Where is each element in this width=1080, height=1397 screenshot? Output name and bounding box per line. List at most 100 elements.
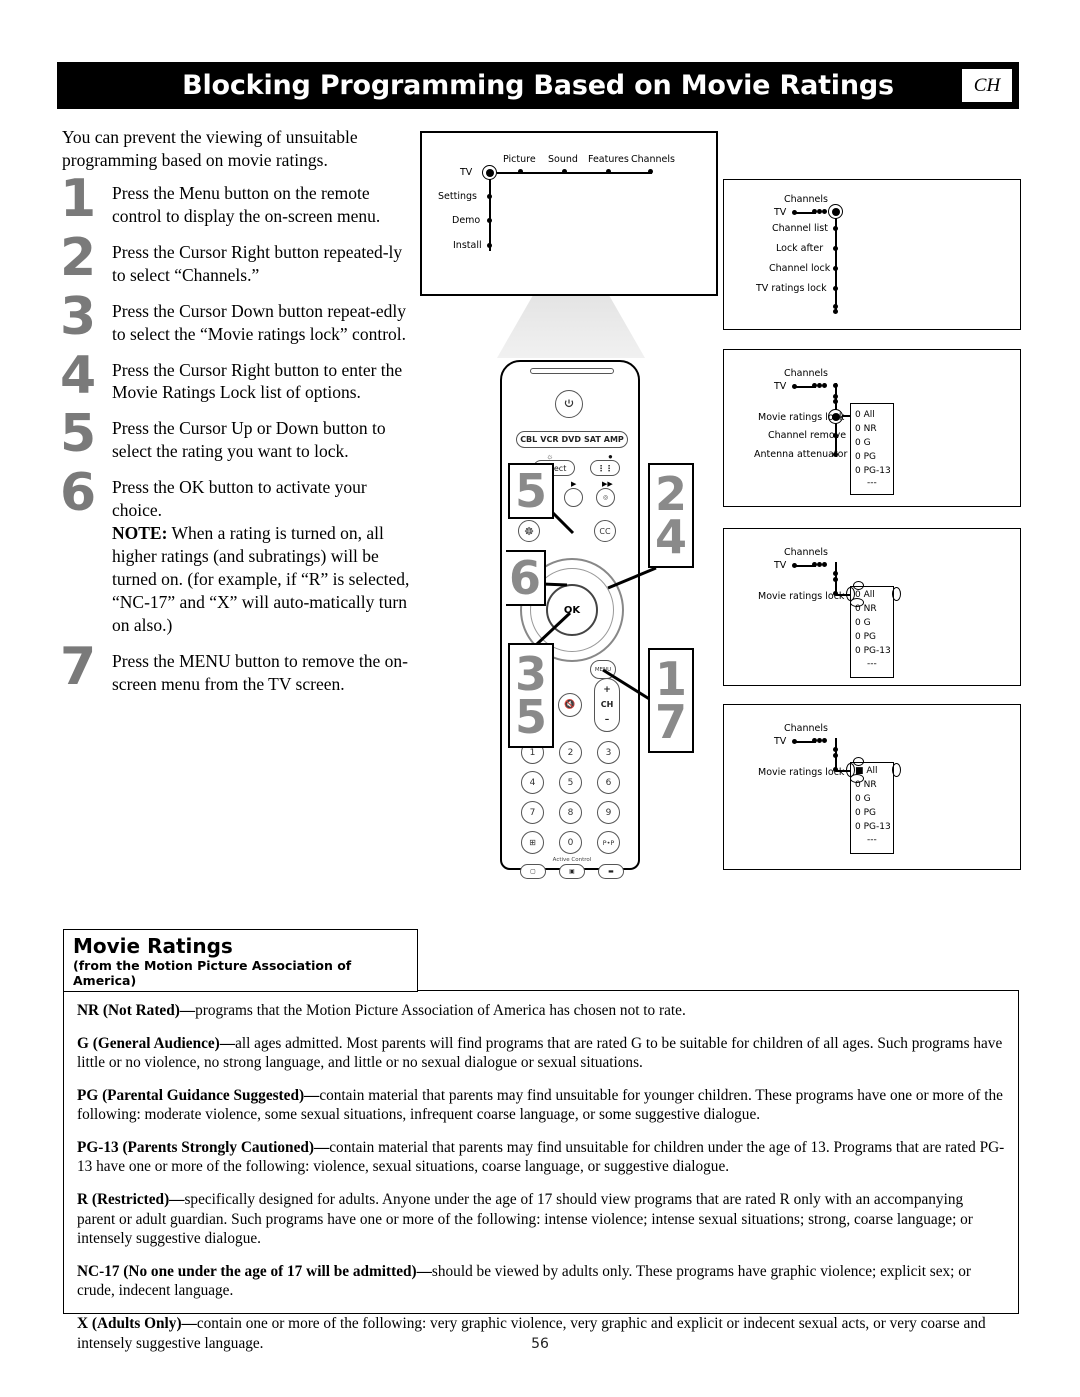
- mode-button-amp[interactable]: AMP: [602, 435, 625, 444]
- menu-node-dot: [833, 747, 838, 752]
- option-label-pg13: PG-13: [863, 822, 891, 832]
- radio-icon: 0: [855, 632, 861, 642]
- surround-button[interactable]: ◎: [596, 488, 615, 507]
- projection-beam: [497, 296, 645, 358]
- step-text-main: Press the OK button to activate your cho…: [112, 477, 367, 521]
- active-control-button[interactable]: ▣: [559, 864, 585, 879]
- step-number: 6: [60, 463, 97, 524]
- rating-term: PG (Parental Guidance Suggested)—: [77, 1086, 320, 1104]
- panel1-item-channel-lock: Channel lock: [769, 263, 831, 274]
- channel-button[interactable]: + CH –: [594, 678, 620, 732]
- keypad-8[interactable]: 8: [559, 801, 582, 824]
- mode-button-cbl[interactable]: CBL: [519, 435, 539, 444]
- radio-icon: 0: [855, 618, 861, 628]
- power-icon: [564, 399, 574, 407]
- option-row: 0 PG-13: [855, 646, 891, 656]
- callout-2-4: 2 4: [648, 463, 694, 568]
- movie-ratings-title: Movie Ratings: [73, 934, 233, 958]
- menu-label-picture: Picture: [503, 154, 536, 165]
- panel3-options-box: 0 All 0 NR 0 G 0 PG 0 PG-13 ---: [850, 586, 894, 678]
- rating-entry-x: X (Adults Only)—contain one or more of t…: [77, 1314, 1005, 1353]
- panel-movie-ratings-lock: Channels TV Movie ratings lock Channel r…: [723, 349, 1021, 507]
- rating-term: X (Adults Only)—: [77, 1314, 197, 1332]
- option-label-more: ---: [867, 659, 877, 669]
- option-label-all: All: [863, 410, 875, 420]
- option-row: ■ All: [855, 766, 878, 776]
- menu-node-dot: [562, 169, 567, 174]
- option-row: 0 PG-13: [855, 466, 891, 476]
- keypad-7[interactable]: 7: [521, 801, 544, 824]
- option-row: 0 NR: [855, 604, 877, 614]
- menu-node-dot: [833, 286, 838, 291]
- menu-node-dot: [833, 226, 838, 231]
- step-text: Press the OK button to activate your cho…: [112, 476, 410, 636]
- step-number: 4: [60, 345, 97, 406]
- radio-icon: 0: [855, 452, 861, 462]
- keypad-0[interactable]: 0: [559, 831, 582, 854]
- exit-button[interactable]: ▬: [598, 864, 624, 879]
- panel2-options-box: 0 All 0 NR 0 G 0 PG 0 PG-13 ---: [850, 403, 894, 495]
- mode-button-dvd[interactable]: DVD: [560, 435, 582, 444]
- keypad-4[interactable]: 4: [521, 771, 544, 794]
- radio-icon: 0: [855, 438, 861, 448]
- keypad-5[interactable]: 5: [559, 771, 582, 794]
- menu-node-dot: [833, 399, 838, 404]
- pip-button[interactable]: P•P: [597, 831, 620, 854]
- menu-node-dot: [833, 309, 838, 314]
- step-text: Press the Cursor Up or Down button to se…: [112, 418, 386, 462]
- menu-label-demo: Demo: [452, 215, 481, 226]
- radio-icon-selected: ■: [855, 766, 864, 776]
- mode-button-row[interactable]: CBL VCR DVD SAT AMP: [516, 431, 628, 448]
- channel-label[interactable]: CH: [601, 700, 614, 709]
- panel3-hub-label: Channels: [784, 547, 828, 558]
- menu-node-dot: [833, 266, 838, 271]
- guide-button[interactable]: ▢: [520, 864, 546, 879]
- keypad-3[interactable]: 3: [597, 741, 620, 764]
- panel1-hub-label: Channels: [784, 194, 828, 205]
- option-row: 0 All: [855, 590, 875, 600]
- option-label-g: G: [863, 794, 871, 804]
- panel2-item-movie-ratings-lock: Movie ratings lock: [758, 412, 845, 423]
- sound-spiral-button[interactable]: ☸: [518, 520, 540, 542]
- option-row: 0 PG: [855, 808, 876, 818]
- menu-node-dot: [606, 169, 611, 174]
- step-number: 1: [60, 169, 97, 229]
- step-item: 4 Press the Cursor Right button to enter…: [60, 350, 410, 405]
- keypad-9[interactable]: 9: [597, 801, 620, 824]
- step-number: 5: [60, 404, 97, 465]
- channel-up-label[interactable]: +: [603, 685, 611, 695]
- menu-node-dot: [833, 577, 838, 582]
- option-label-more: ---: [867, 478, 877, 488]
- step-item: 5 Press the Cursor Up or Down button to …: [60, 408, 410, 463]
- active-control-label: Active Control: [552, 857, 592, 863]
- mode-button-sat[interactable]: SAT: [582, 435, 602, 444]
- menu-label-sound: Sound: [548, 154, 578, 165]
- info-button[interactable]: ⊞: [521, 831, 544, 854]
- play-button[interactable]: [564, 488, 583, 507]
- rating-entry-pg: PG (Parental Guidance Suggested)—contain…: [77, 1086, 1005, 1125]
- mode-button-vcr[interactable]: VCR: [539, 435, 560, 444]
- option-label-more: ---: [867, 835, 877, 845]
- keypad-2[interactable]: 2: [559, 741, 582, 764]
- panel3-root-label: TV: [774, 560, 787, 571]
- mute-button[interactable]: 🔇: [558, 693, 582, 717]
- ok-button[interactable]: OK: [546, 584, 598, 636]
- menu-branch-vertical: [488, 179, 491, 251]
- menu-node-dot: [822, 383, 827, 388]
- power-button[interactable]: [555, 390, 583, 418]
- option-label-pg13: PG-13: [863, 466, 891, 476]
- cc-button[interactable]: CC: [594, 520, 616, 542]
- remote-control-illustration: CBL VCR DVD SAT AMP ☼ ● Select ⋮⋮ ■ ▶ ▶▶…: [500, 360, 640, 879]
- option-row: 0 PG: [855, 632, 876, 642]
- menu-button[interactable]: MENU: [590, 660, 616, 679]
- step-text: Press the Cursor Right button to enter t…: [112, 359, 403, 403]
- rating-term: R (Restricted)—: [77, 1191, 185, 1209]
- callout-number: 5: [514, 463, 547, 518]
- chapter-tab: CH: [961, 68, 1013, 103]
- keypad-6[interactable]: 6: [597, 771, 620, 794]
- channel-down-label[interactable]: –: [605, 715, 610, 725]
- zoom-button[interactable]: ⋮⋮: [590, 460, 620, 476]
- note-label: NOTE:: [112, 523, 168, 544]
- option-row: 0 G: [855, 794, 871, 804]
- callout-number: 5: [514, 689, 547, 744]
